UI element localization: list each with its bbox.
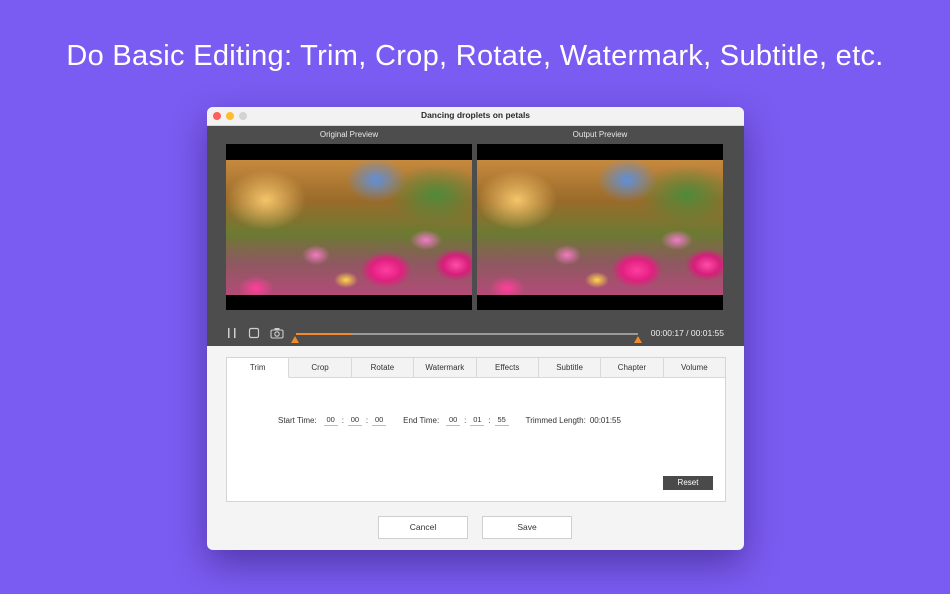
- tab-effects[interactable]: Effects: [476, 358, 539, 378]
- start-hours-field[interactable]: 00: [323, 414, 338, 426]
- editor-window: Dancing droplets on petals Original Prev…: [207, 107, 744, 550]
- end-minutes-field[interactable]: 01: [470, 414, 485, 426]
- time-readout: 00:00:17 / 00:01:55: [650, 328, 724, 338]
- time-separator: :: [341, 415, 344, 425]
- tab-subtitle[interactable]: Subtitle: [538, 358, 602, 378]
- trim-time-row: Start Time: 00 : 00 : 00 End Time: 00 : …: [278, 414, 621, 426]
- edit-tabs: Trim Crop Rotate Watermark Effects Subti…: [227, 358, 725, 378]
- output-preview-video: [477, 144, 723, 310]
- playback-progress-track[interactable]: [296, 333, 638, 335]
- tab-watermark[interactable]: Watermark: [414, 358, 477, 378]
- trimmed-length-value: 00:01:55: [589, 415, 621, 425]
- reset-button[interactable]: Reset: [663, 476, 713, 490]
- end-hours-field[interactable]: 00: [446, 414, 461, 426]
- tab-volume[interactable]: Volume: [663, 358, 725, 378]
- preview-area: Original Preview Output Preview 00:00:17…: [207, 126, 744, 346]
- pause-icon[interactable]: [226, 327, 238, 339]
- tab-crop[interactable]: Crop: [289, 358, 352, 378]
- start-minutes-field[interactable]: 00: [347, 414, 362, 426]
- playback-controls: 00:00:17 / 00:01:55: [207, 321, 744, 346]
- playback-progress-fill: [296, 333, 351, 335]
- time-separator: :: [365, 415, 369, 425]
- cancel-button[interactable]: Cancel: [378, 516, 468, 539]
- edit-panel: Trim Crop Rotate Watermark Effects Subti…: [226, 357, 726, 502]
- title-bar: Dancing droplets on petals: [207, 107, 744, 126]
- time-separator: :: [464, 415, 467, 425]
- window-title: Dancing droplets on petals: [420, 110, 531, 120]
- promo-headline: Do Basic Editing: Trim, Crop, Rotate, Wa…: [66, 40, 884, 72]
- output-preview-label: Output Preview: [572, 130, 628, 139]
- tab-trim[interactable]: Trim: [227, 358, 290, 378]
- start-seconds-field[interactable]: 00: [372, 414, 387, 426]
- save-button[interactable]: Save: [482, 516, 572, 539]
- start-time-label: Start Time:: [278, 415, 317, 425]
- flower-scene-image: [477, 160, 723, 295]
- end-seconds-field[interactable]: 55: [494, 414, 509, 426]
- trim-end-handle[interactable]: [634, 336, 642, 343]
- time-separator: :: [488, 415, 491, 425]
- original-preview-label: Original Preview: [319, 130, 379, 139]
- tab-rotate[interactable]: Rotate: [351, 358, 415, 378]
- original-preview-video: [226, 144, 472, 310]
- trim-start-handle[interactable]: [291, 336, 299, 343]
- trimmed-length-label: Trimmed Length:: [525, 415, 586, 425]
- tab-chapter[interactable]: Chapter: [601, 358, 664, 378]
- stop-icon[interactable]: [248, 327, 260, 339]
- flower-scene-image: [226, 160, 472, 295]
- camera-icon[interactable]: [270, 327, 284, 339]
- end-time-label: End Time:: [403, 415, 440, 425]
